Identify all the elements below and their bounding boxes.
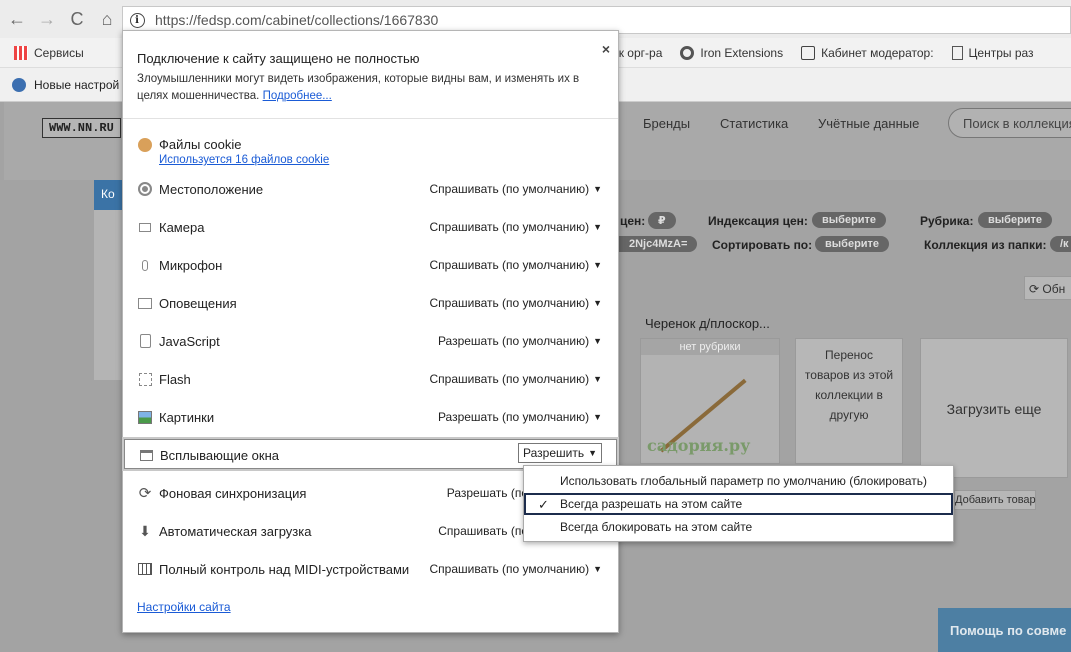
- popup-title: Подключение к сайту защищено не полность…: [137, 51, 420, 66]
- flash-icon: [137, 371, 153, 387]
- caret-down-icon: ▼: [593, 184, 602, 194]
- refresh-icon: ⟳: [1029, 282, 1040, 296]
- folder-label: Коллекция из папки:: [924, 238, 1047, 252]
- sync-icon: ⟳: [138, 485, 152, 502]
- microphone-icon: [137, 257, 153, 273]
- location-icon: [137, 181, 153, 197]
- add-product-button[interactable]: Добавить товар: [954, 490, 1036, 510]
- permission-location: Местоположение Спрашивать (по умолчанию)…: [123, 171, 618, 209]
- site-settings-link[interactable]: Настройки сайта: [137, 600, 231, 614]
- permission-notifications: Оповещения Спрашивать (по умолчанию) ▼: [123, 285, 618, 323]
- permission-flash: Flash Спрашивать (по умолчанию) ▼: [123, 361, 618, 399]
- infobar-text: Новые настрой: [34, 77, 120, 92]
- price-index-label: Индексация цен:: [708, 214, 808, 228]
- reload-icon[interactable]: C: [64, 6, 90, 32]
- permission-javascript: JavaScript Разрешать (по умолчанию) ▼: [123, 323, 618, 361]
- cookies-label: Файлы cookie: [159, 137, 242, 152]
- option-always-block[interactable]: Всегда блокировать на этом сайте: [524, 516, 953, 538]
- product-card[interactable]: нет рубрики садория.ру: [640, 338, 780, 464]
- auto-download-select[interactable]: Спрашивать (по: [438, 524, 528, 538]
- caret-down-icon: ▼: [593, 336, 602, 346]
- caret-down-icon: ▼: [593, 260, 602, 270]
- nav-brands[interactable]: Бренды: [643, 116, 690, 131]
- divider: [123, 118, 618, 119]
- javascript-select[interactable]: Разрешать (по умолчанию) ▼: [438, 334, 602, 348]
- gear-icon: [680, 45, 695, 60]
- sidebar-tab-collections[interactable]: Ко: [94, 180, 124, 210]
- learn-more-link[interactable]: Подробнее...: [263, 90, 332, 102]
- cookies-link[interactable]: Используется 16 файлов cookie: [159, 154, 329, 166]
- refresh-button[interactable]: ⟳ Обн: [1024, 276, 1071, 300]
- background-sync-select[interactable]: Разрешать (по: [447, 486, 528, 500]
- rubric-label: Рубрика:: [920, 214, 974, 228]
- price-index-select[interactable]: выберите: [812, 212, 887, 228]
- camera-icon: [137, 219, 153, 235]
- camera-select[interactable]: Спрашивать (по умолчанию) ▼: [429, 220, 602, 234]
- prices-label: цен:: [620, 214, 646, 228]
- prices-chip[interactable]: ₽: [648, 212, 676, 229]
- back-arrow-icon[interactable]: ←: [4, 6, 30, 32]
- watermark-text: садория.ру: [647, 436, 751, 455]
- caret-down-icon: ▼: [593, 298, 602, 308]
- folder-select[interactable]: /к: [1050, 236, 1071, 252]
- item-title: Черенок д/плоскор...: [645, 316, 770, 331]
- sidebar: [94, 180, 124, 380]
- nav-accounts[interactable]: Учётные данные: [818, 116, 919, 131]
- url-text: https://fedsp.com/cabinet/collections/16…: [155, 12, 439, 28]
- code-chip: 2Njc4MzA=: [619, 236, 698, 252]
- help-button[interactable]: Помощь по совме: [938, 608, 1071, 652]
- option-always-allow[interactable]: ✓ Всегда разрешать на этом сайте: [524, 493, 953, 515]
- notifications-select[interactable]: Спрашивать (по умолчанию) ▼: [429, 296, 602, 310]
- bookmark-icon: [801, 45, 816, 60]
- caret-down-icon: ▼: [593, 374, 602, 384]
- close-icon[interactable]: ×: [602, 41, 610, 57]
- sort-select[interactable]: выберите: [815, 236, 890, 252]
- download-icon: ⬇: [139, 522, 151, 539]
- site-info-popup: Подключение к сайту защищено не полность…: [122, 30, 619, 633]
- midi-select[interactable]: Спрашивать (по умолчанию) ▼: [429, 562, 602, 576]
- caret-down-icon: ▼: [593, 564, 602, 574]
- caret-down-icon: ▼: [593, 222, 602, 232]
- apps-grid-icon: [14, 45, 28, 60]
- site-logo[interactable]: WWW.NN.RU: [42, 118, 121, 138]
- load-more-card[interactable]: Загрузить еще: [920, 338, 1068, 478]
- bookmark-moderator[interactable]: Кабинет модератор:: [801, 45, 934, 60]
- home-icon[interactable]: ⌂: [94, 6, 120, 32]
- notification-icon: [137, 295, 153, 311]
- check-icon: ✓: [538, 497, 549, 512]
- permission-images: Картинки Разрешать (по умолчанию) ▼: [123, 399, 618, 437]
- popup-window-icon: [138, 447, 154, 463]
- bookmark-services[interactable]: Сервисы: [14, 45, 84, 60]
- rubric-select[interactable]: выберите: [978, 212, 1053, 228]
- image-icon: [137, 409, 153, 425]
- caret-down-icon: ▼: [588, 448, 597, 458]
- info-icon: i: [129, 12, 145, 28]
- settings-globe-icon: [12, 77, 26, 92]
- popup-description: Злоумышленники могут видеть изображения,…: [137, 73, 580, 102]
- collection-search-input[interactable]: Поиск в коллекция: [948, 108, 1071, 138]
- bookmark-iron-extensions[interactable]: Iron Extensions: [680, 45, 783, 60]
- location-select[interactable]: Спрашивать (по умолчанию) ▼: [429, 182, 602, 196]
- popups-select[interactable]: Разрешить ▼: [518, 443, 602, 463]
- midi-icon: [137, 561, 153, 577]
- microphone-select[interactable]: Спрашивать (по умолчанию) ▼: [429, 258, 602, 272]
- permission-microphone: Микрофон Спрашивать (по умолчанию) ▼: [123, 247, 618, 285]
- permission-camera: Камера Спрашивать (по умолчанию) ▼: [123, 209, 618, 247]
- forward-arrow-icon[interactable]: →: [34, 6, 60, 32]
- move-products-card[interactable]: Перенос товаров из этой коллекции в друг…: [795, 338, 903, 464]
- cookie-icon: [137, 137, 153, 153]
- popups-dropdown-menu: Использовать глобальный параметр по умол…: [523, 465, 954, 542]
- option-use-global-default[interactable]: Использовать глобальный параметр по умол…: [524, 470, 953, 492]
- bookmark-centers[interactable]: Центры раз: [951, 45, 1034, 60]
- sort-label: Сортировать по:: [712, 238, 813, 252]
- page-icon: [951, 45, 963, 60]
- permission-midi: Полный контроль над MIDI-устройствами Сп…: [123, 551, 618, 589]
- images-select[interactable]: Разрешать (по умолчанию) ▼: [438, 410, 602, 424]
- flash-select[interactable]: Спрашивать (по умолчанию) ▼: [429, 372, 602, 386]
- no-rubric-label: нет рубрики: [641, 339, 779, 355]
- javascript-icon: [137, 333, 153, 349]
- caret-down-icon: ▼: [593, 412, 602, 422]
- nav-statistics[interactable]: Статистика: [720, 116, 788, 131]
